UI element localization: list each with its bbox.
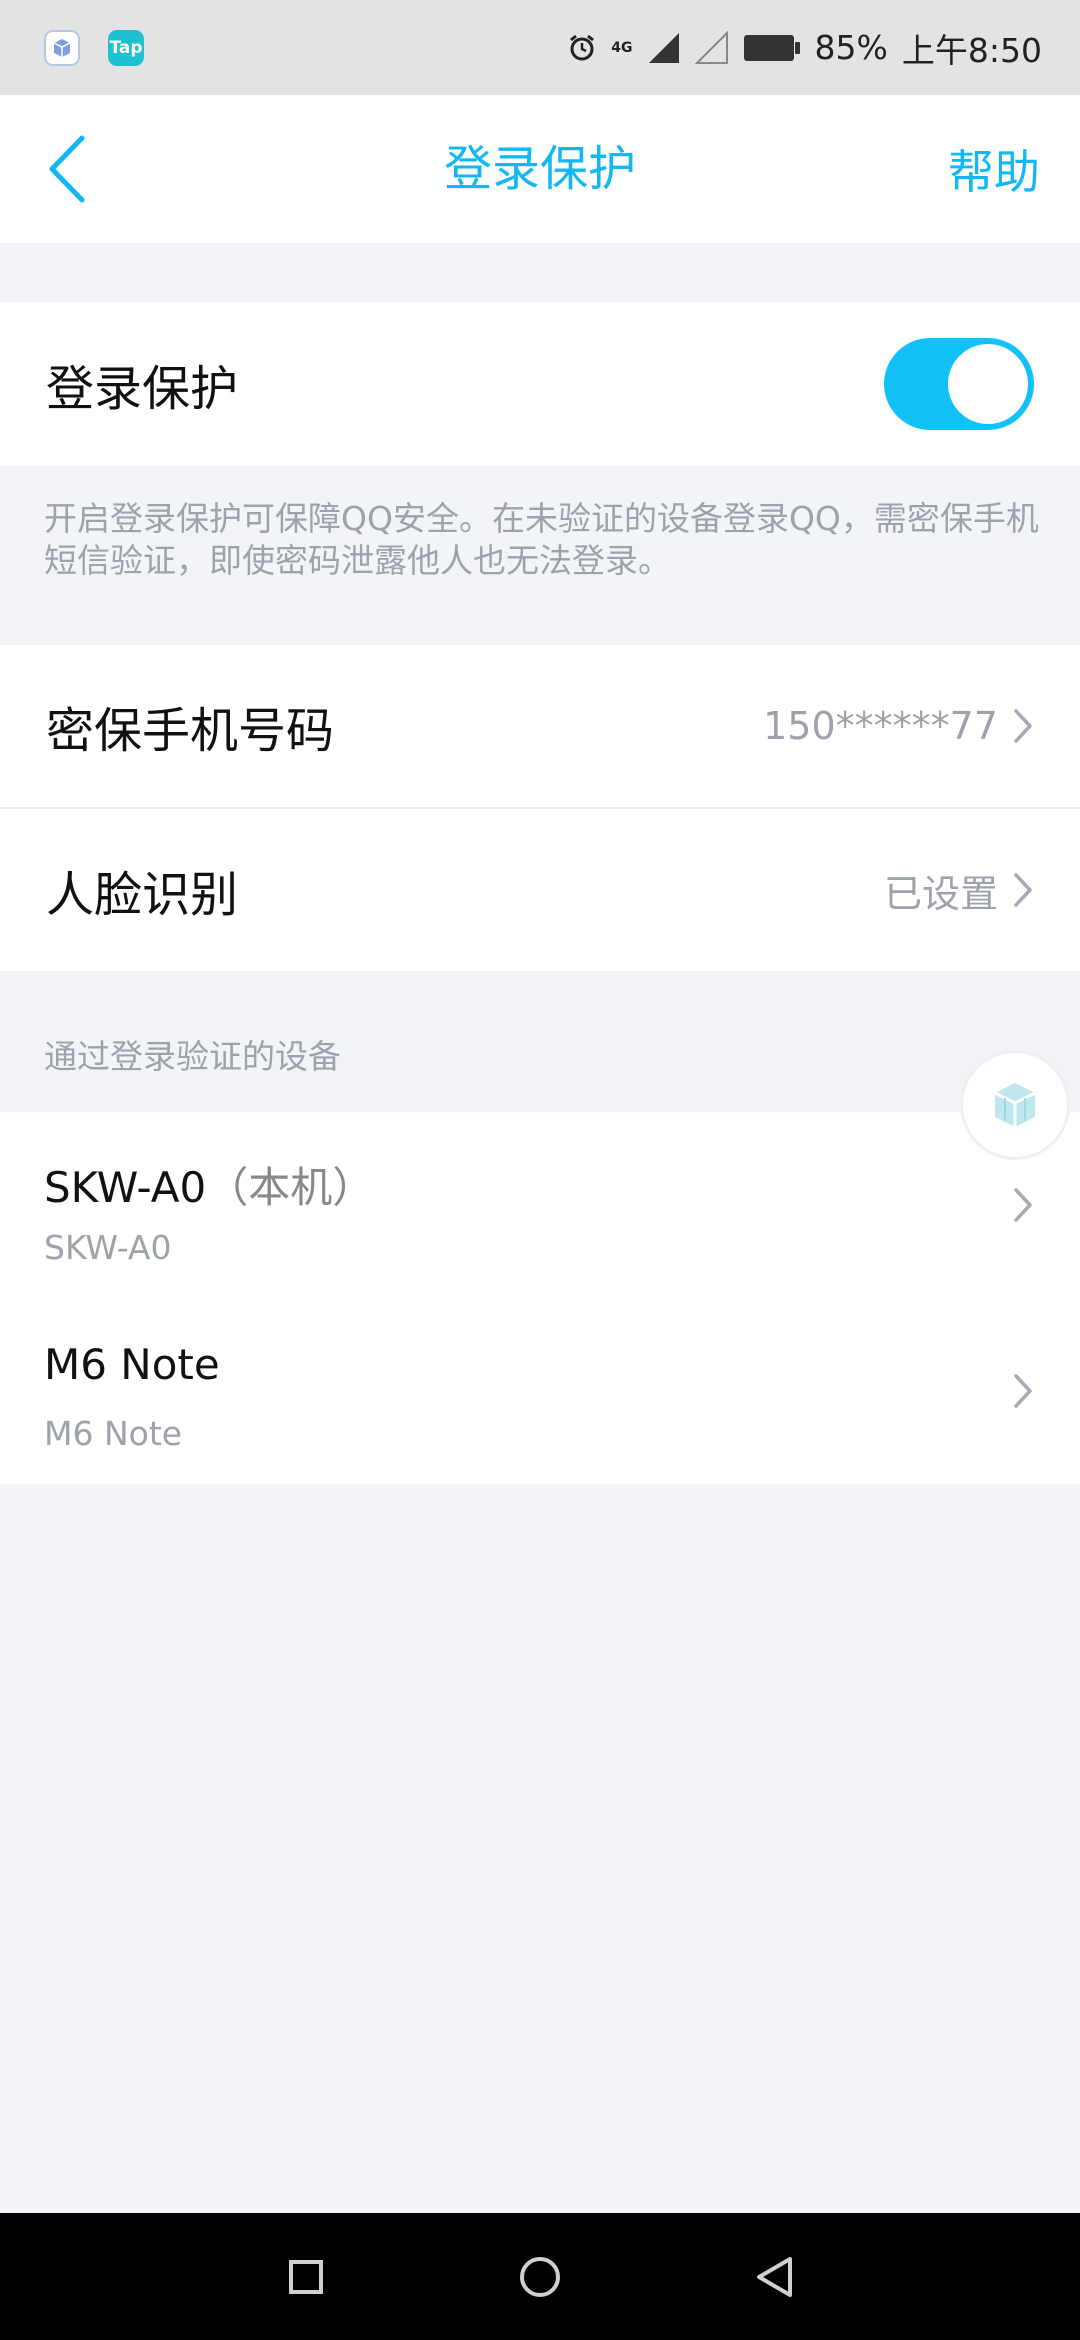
floating-assistant-button[interactable]	[960, 1050, 1070, 1160]
security-phone-row[interactable]: 密保手机号码 150******77	[0, 645, 1080, 807]
clock: 上午8:50	[901, 30, 1042, 70]
login-protect-description: 开启登录保护可保障QQ安全。在未验证的设备登录QQ，需密保手机短信验证，即使密码…	[44, 499, 1039, 580]
triangle-back-icon	[757, 2256, 792, 2297]
face-recognition-label: 人脸识别	[46, 867, 239, 923]
system-nav-bar	[0, 2213, 1080, 2340]
battery-icon	[743, 34, 800, 61]
signal-empty-icon	[694, 30, 728, 64]
login-protect-label: 登录保护	[46, 361, 239, 417]
nav-bar: 登录保护 帮助	[0, 95, 1080, 243]
help-button[interactable]: 帮助	[948, 136, 1040, 202]
login-protect-toggle[interactable]	[884, 338, 1034, 430]
face-recognition-value: 已设置	[883, 871, 998, 916]
signal-icon	[648, 32, 679, 63]
device-item[interactable]: SKW-A0（本机） SKW-A0	[0, 1112, 1080, 1298]
security-phone-label: 密保手机号码	[46, 703, 335, 759]
circle-icon	[520, 2256, 560, 2297]
device-model: M6 Note	[44, 1414, 183, 1453]
status-bar-right: 4G 85% 上午8:50	[567, 24, 1042, 72]
cube-icon	[994, 1083, 1036, 1127]
login-protect-row: 登录保护	[0, 302, 1080, 466]
devices-section-title: 通过登录验证的设备	[44, 1037, 341, 1076]
tap-app-icon: Tap	[108, 29, 144, 66]
chevron-right-icon	[1014, 1188, 1032, 1222]
tap-app-label: Tap	[109, 37, 143, 58]
back-nav-button[interactable]	[752, 2255, 796, 2299]
network-type-label: 4G	[611, 39, 633, 56]
toggle-knob	[948, 344, 1028, 424]
square-icon	[289, 2259, 323, 2294]
chevron-right-icon	[1014, 1374, 1032, 1408]
chevron-right-icon	[1012, 871, 1034, 909]
face-recognition-right: 已设置	[884, 863, 1034, 918]
recents-button[interactable]	[284, 2255, 328, 2299]
page-title: 登录保护	[443, 141, 636, 197]
security-phone-right: 150******77	[763, 704, 1034, 748]
back-button[interactable]	[44, 129, 104, 209]
device-name: SKW-A0（本机）	[44, 1154, 374, 1215]
device-name-text: M6 Note	[44, 1340, 220, 1389]
chevron-right-icon	[1012, 707, 1034, 745]
device-name-text: SKW-A0	[44, 1163, 207, 1212]
device-model: SKW-A0	[44, 1228, 172, 1267]
security-phone-value: 150******77	[763, 704, 998, 748]
status-bar-left: Tap	[44, 29, 144, 66]
app-cube-icon	[44, 29, 80, 66]
screen: Tap 4G 85% 上午8:50 登录保护 帮助 登录保护 开启登录保护可保障…	[0, 0, 1080, 2340]
device-name: M6 Note	[44, 1340, 220, 1389]
device-current-tag: （本机）	[206, 1163, 375, 1212]
alarm-icon	[570, 34, 595, 60]
home-button[interactable]	[518, 2255, 562, 2299]
device-item[interactable]: M6 Note M6 Note	[0, 1298, 1080, 1484]
face-recognition-row[interactable]: 人脸识别 已设置	[0, 809, 1080, 971]
battery-percent: 85%	[814, 28, 888, 67]
chevron-left-icon	[49, 135, 85, 203]
status-bar: Tap 4G 85% 上午8:50	[0, 0, 1080, 95]
